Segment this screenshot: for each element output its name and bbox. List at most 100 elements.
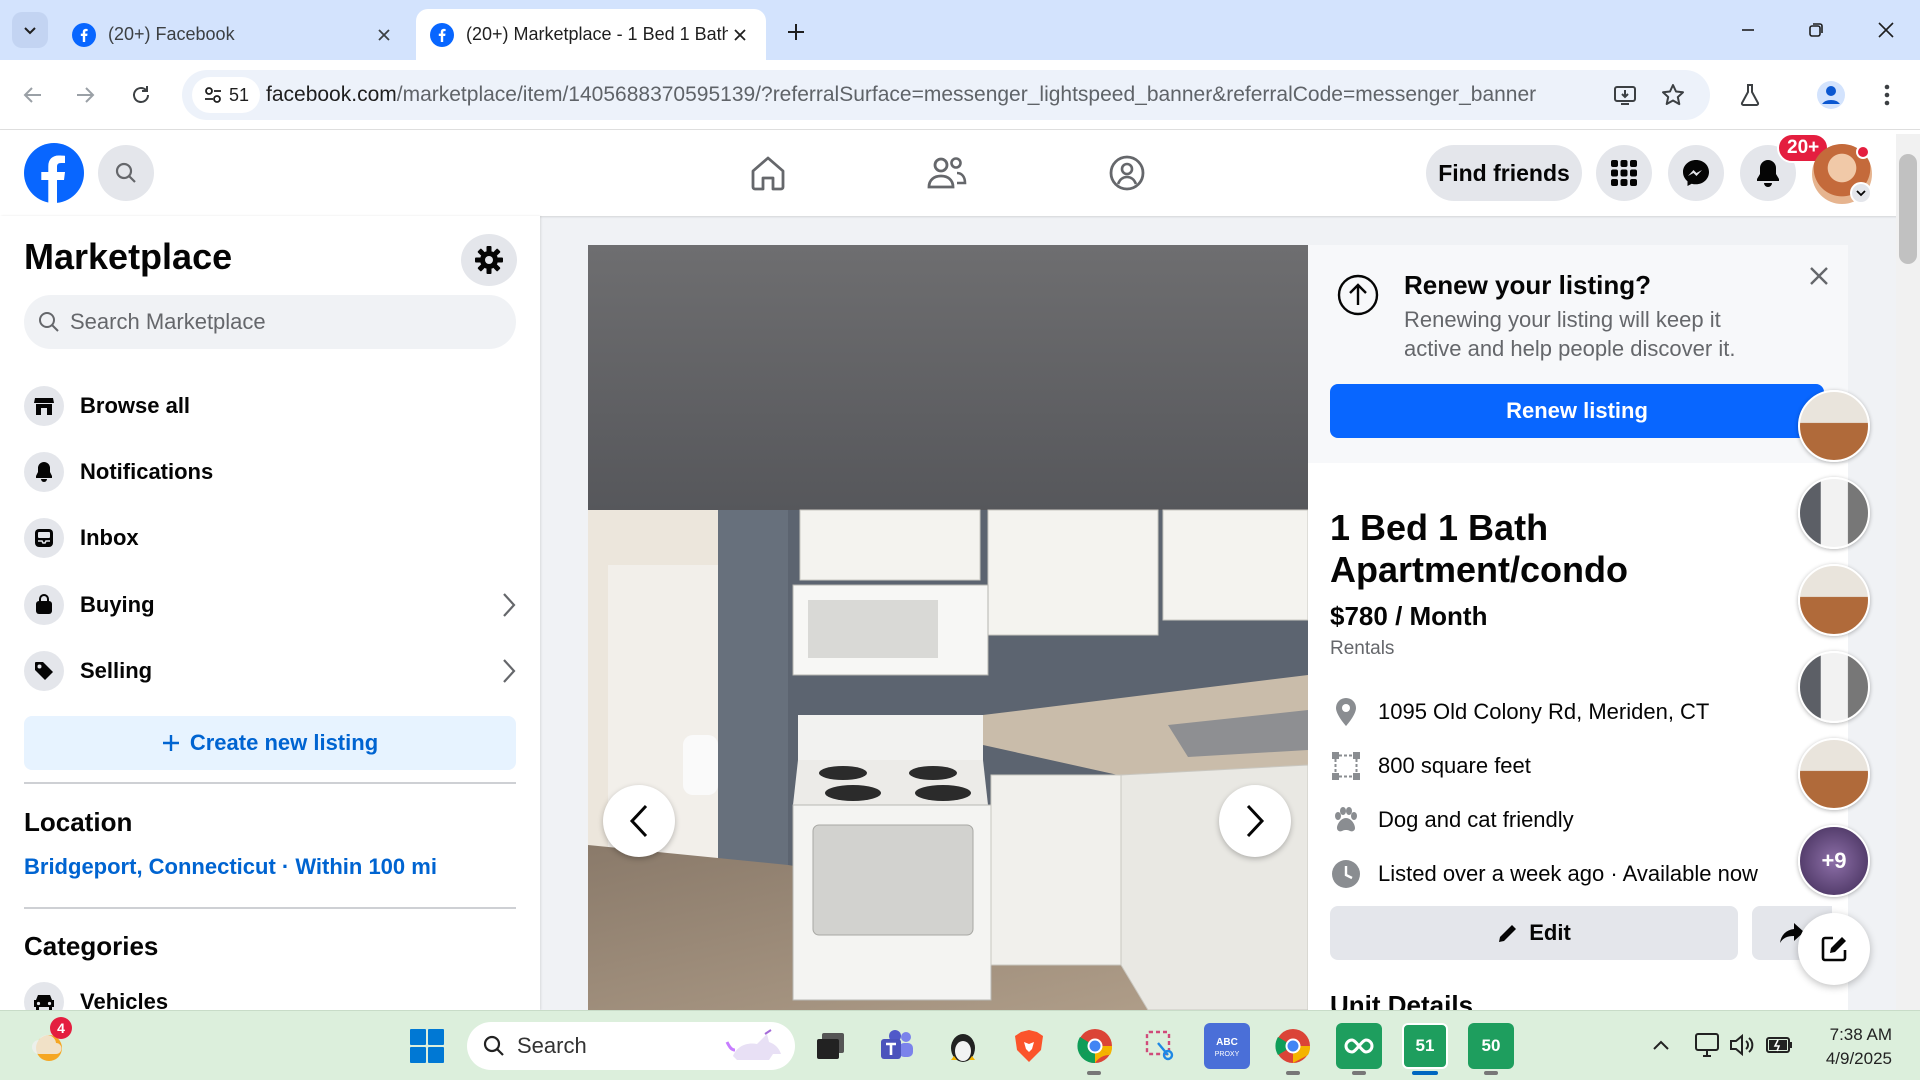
photo-thumbnail[interactable]: [1798, 390, 1870, 462]
renew-listing-button[interactable]: Renew listing: [1330, 384, 1824, 438]
go-app[interactable]: [1336, 1023, 1382, 1069]
close-window-button[interactable]: [1866, 12, 1906, 48]
location-filter-link[interactable]: Bridgeport, Connecticut · Within 100 mi: [24, 854, 437, 880]
facebook-header: Find friends 20+: [0, 130, 1920, 216]
url-text[interactable]: facebook.com/marketplace/item/1405688370…: [266, 83, 1536, 107]
facebook-search-button[interactable]: [98, 145, 154, 201]
chrome-app[interactable]: [1072, 1023, 1118, 1069]
more-photos-thumbnail[interactable]: +9: [1798, 825, 1870, 897]
sidebar-item-browse-all[interactable]: Browse all: [24, 378, 516, 434]
snipping-tool-icon: [1145, 1030, 1174, 1061]
square-feet-icon: [1330, 750, 1362, 782]
infinity-icon: [1344, 1038, 1374, 1054]
chevron-left-icon: [629, 804, 648, 838]
site-info-chip[interactable]: 51: [192, 77, 260, 113]
photo-thumbnail[interactable]: [1798, 651, 1870, 723]
listing-title: 1 Bed 1 Bath Apartment/condo: [1330, 507, 1629, 590]
reload-button[interactable]: [122, 76, 160, 114]
dismiss-renew-button[interactable]: [1804, 261, 1834, 291]
linux-penguin-app[interactable]: [940, 1023, 986, 1069]
marketplace-settings-button[interactable]: [461, 234, 517, 286]
snipping-tool-app[interactable]: [1138, 1023, 1184, 1069]
listing-photo-viewer[interactable]: [588, 245, 1308, 1010]
edit-listing-button[interactable]: Edit: [1330, 906, 1738, 960]
chevron-right-icon: [1246, 804, 1265, 838]
address-bar[interactable]: 51 facebook.com/marketplace/item/1405688…: [182, 70, 1710, 120]
browser-tab-facebook[interactable]: (20+) Facebook: [58, 9, 410, 60]
battery-button[interactable]: [1764, 1029, 1796, 1061]
facebook-logo-icon[interactable]: [24, 143, 84, 203]
scrollbar-thumb[interactable]: [1899, 154, 1917, 264]
tab-search-button[interactable]: [12, 12, 48, 48]
account-menu-chevron[interactable]: [1850, 182, 1872, 204]
install-app-button[interactable]: [1606, 76, 1644, 114]
friends-icon: [927, 157, 967, 189]
chevron-down-icon: [24, 27, 36, 35]
sidebar-item-selling[interactable]: Selling: [24, 643, 516, 699]
bookmark-button[interactable]: [1654, 76, 1692, 114]
labs-button[interactable]: [1731, 76, 1769, 114]
location-pin-icon: [1330, 696, 1362, 728]
profile-button[interactable]: [1812, 76, 1850, 114]
new-tab-button[interactable]: [778, 14, 814, 50]
menu-button[interactable]: [1596, 145, 1652, 201]
photo-thumbnail[interactable]: [1798, 564, 1870, 636]
abc-proxy-app[interactable]: ABC PROXY: [1204, 1023, 1250, 1069]
location-heading: Location: [24, 807, 133, 837]
network-icon: [1695, 1033, 1719, 1057]
next-photo-button[interactable]: [1219, 785, 1291, 857]
fact-text: 1095 Old Colony Rd, Meriden, CT: [1378, 699, 1710, 724]
marketplace-search-input[interactable]: Search Marketplace: [24, 295, 516, 349]
taskbar-search-box[interactable]: Search: [467, 1022, 795, 1070]
sidebar-item-notifications[interactable]: Notifications: [24, 444, 516, 500]
nav-groups[interactable]: [1102, 150, 1152, 196]
abc-proxy-icon: ABC PROXY: [1210, 1031, 1244, 1061]
network-button[interactable]: [1692, 1029, 1724, 1061]
task-view-button[interactable]: [808, 1023, 854, 1069]
sidebar-item-buying[interactable]: Buying: [24, 577, 516, 633]
app-50[interactable]: 50: [1468, 1023, 1514, 1069]
running-indicator: [1286, 1071, 1300, 1075]
paw-icon: [1330, 804, 1362, 836]
system-clock[interactable]: 7:38 AM 4/9/2025: [1820, 1023, 1892, 1071]
penguin-icon: [951, 1034, 975, 1062]
show-hidden-icons-button[interactable]: [1645, 1029, 1677, 1061]
teams-app[interactable]: [874, 1023, 920, 1069]
listing-fact-availability: Listed over a week ago · Available now: [1330, 856, 1758, 892]
chrome-app-active[interactable]: [1270, 1023, 1316, 1069]
volume-button[interactable]: [1726, 1029, 1758, 1061]
forward-button[interactable]: [66, 76, 104, 114]
battery-charging-icon: [1766, 1037, 1792, 1053]
back-button[interactable]: [14, 76, 52, 114]
sidebar-item-label: Inbox: [80, 525, 139, 550]
minimize-button[interactable]: [1728, 12, 1768, 48]
url-domain: facebook.com: [266, 83, 397, 106]
photo-thumbnail[interactable]: [1798, 477, 1870, 549]
nav-friends[interactable]: [922, 150, 972, 196]
new-message-button[interactable]: [1798, 913, 1870, 985]
tab-close-button[interactable]: [372, 23, 396, 47]
svg-text:PROXY: PROXY: [1215, 1051, 1240, 1058]
nav-home[interactable]: [743, 150, 793, 196]
create-new-listing-button[interactable]: Create new listing: [24, 716, 516, 770]
photo-thumbnail[interactable]: [1798, 738, 1870, 810]
home-icon: [751, 156, 785, 191]
running-indicator: [1352, 1071, 1366, 1075]
brave-icon: [1015, 1030, 1043, 1062]
browser-tab-marketplace[interactable]: (20+) Marketplace - 1 Bed 1 Bath Apartme…: [416, 9, 766, 60]
chevron-right-icon: [503, 593, 516, 617]
browser-menu-button[interactable]: [1868, 76, 1906, 114]
app-51[interactable]: 51: [1402, 1023, 1448, 1069]
sidebar-item-inbox[interactable]: Inbox: [24, 510, 516, 566]
brave-browser-app[interactable]: [1006, 1023, 1052, 1069]
category-item-vehicles[interactable]: Vehicles: [24, 974, 516, 1010]
previous-photo-button[interactable]: [603, 785, 675, 857]
weather-widget[interactable]: 4: [26, 1017, 72, 1069]
groups-icon: [1109, 155, 1145, 191]
find-friends-button[interactable]: Find friends: [1426, 145, 1582, 201]
page-scrollbar[interactable]: [1896, 134, 1920, 1010]
messenger-button[interactable]: [1668, 145, 1724, 201]
tab-close-button[interactable]: [728, 23, 752, 47]
restore-button[interactable]: [1796, 12, 1836, 48]
start-button[interactable]: [404, 1023, 450, 1069]
